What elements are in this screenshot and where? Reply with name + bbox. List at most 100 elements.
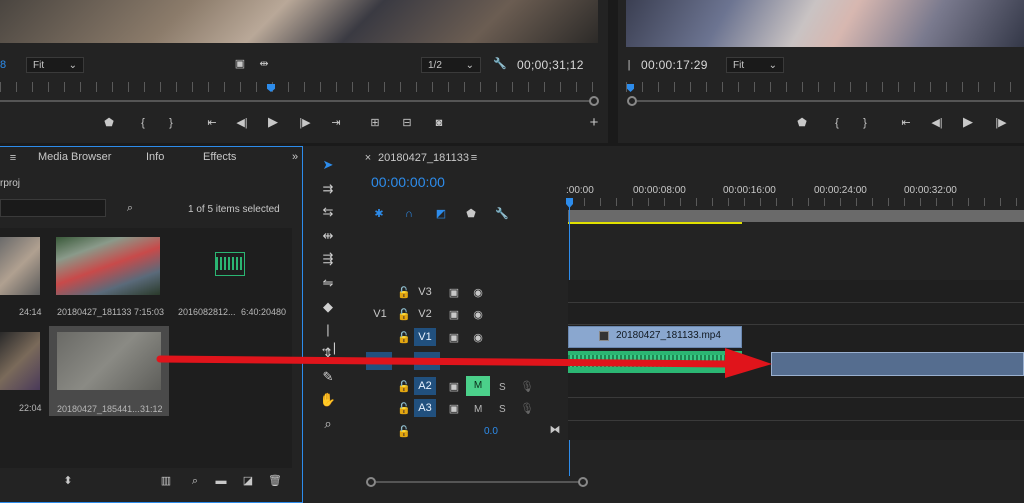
add-marker-icon[interactable]: ⬟ [793,116,811,130]
trash-icon[interactable]: 🗑 [266,474,284,488]
microphone-icon[interactable]: 🎙 [518,402,536,416]
lock-icon[interactable]: 🔓 [395,380,413,394]
new-bin-icon[interactable]: ▬ [212,474,230,488]
slip-tool-icon[interactable]: ⇋ [319,274,337,292]
list-item[interactable] [0,237,40,295]
master-volume[interactable]: 0.0 [484,426,498,437]
marker-flag-icon[interactable]: | [624,58,634,72]
mark-out-icon[interactable]: } [856,116,874,130]
panel-menu-icon[interactable]: ≡ [4,151,22,165]
zoom-tool-icon[interactable]: ⌕ [319,415,337,433]
panel-overflow-icon[interactable]: » [286,150,304,164]
step-forward-icon[interactable]: |▶ [992,116,1010,130]
lock-icon[interactable]: 🔓 [395,286,413,300]
sync-lock-icon[interactable]: ▣ [445,402,463,416]
automate-to-sequence-icon[interactable]: ▥ [157,474,175,488]
timeline-scroll-bar[interactable] [376,481,580,483]
drag-video-icon[interactable]: ⇹ [255,57,273,71]
mute-button-a3[interactable]: M [474,404,482,415]
go-to-in-icon[interactable]: ⇤ [897,116,915,130]
eye-icon[interactable]: ◉ [469,308,487,322]
microphone-icon[interactable]: 🎙 [518,380,536,394]
track-v2[interactable]: V2 [414,305,436,323]
source-patch-v1[interactable]: V1 [369,305,391,323]
item-duration: 22:04 [19,403,42,413]
drop-target-clip[interactable] [771,352,1024,376]
mark-in-icon[interactable]: { [828,116,846,130]
list-item[interactable] [56,237,160,295]
lock-icon[interactable]: 🔓 [395,425,413,439]
item-duration: 24:14 [19,307,42,317]
track-a3[interactable]: A3 [414,399,436,417]
lock-icon[interactable]: 🔓 [395,308,413,322]
slide-tool-icon[interactable]: |↔| [319,321,337,355]
chevron-down-icon: ⌄ [68,60,77,71]
sequence-tab[interactable]: 20180427_181133 [378,152,469,164]
insert-icon[interactable]: ⊞ [366,116,384,130]
track-row-divider [568,420,1024,421]
timeline-ruler-ticks [568,198,1024,206]
timeline-scroll-handle-right[interactable] [578,477,588,487]
add-marker-icon[interactable]: ⬟ [462,207,480,221]
marker-settings-icon[interactable]: ▣ [231,57,249,71]
track-select-tool-icon[interactable]: ⇉ [319,180,337,198]
go-to-out-icon[interactable]: ⇥ [327,116,345,130]
tab-info[interactable]: Info [146,151,164,163]
play-icon[interactable]: ▶ [959,115,977,129]
source-resolution-dropdown[interactable]: 1/2 ⌄ [421,57,481,73]
go-to-in-icon[interactable]: ⇤ [203,116,221,130]
timeline-timecode[interactable]: 00:00:00:00 [371,174,445,190]
rolling-edit-tool-icon[interactable]: ⇹ [319,227,337,245]
linked-selection-icon[interactable]: ◩ [432,207,450,221]
step-back-icon[interactable]: ◀| [233,116,251,130]
sync-lock-icon[interactable]: ▣ [445,308,463,322]
new-item-icon[interactable]: ◪ [239,474,257,488]
find-icon[interactable]: ⌕ [186,474,204,488]
work-area-bar[interactable] [568,210,1024,222]
track-v3[interactable]: V3 [414,283,436,301]
overwrite-icon[interactable]: ⊟ [398,116,416,130]
track-row-divider [568,397,1024,398]
play-icon[interactable]: ▶ [264,115,282,129]
mark-in-icon[interactable]: { [134,116,152,130]
step-back-icon[interactable]: ◀| [928,116,946,130]
project-name: rproj [0,178,21,189]
camera-icon[interactable]: ◙ [430,116,448,130]
hand-tool-icon[interactable]: ✋ [319,391,337,409]
wrench-icon[interactable]: 🔧 [491,57,509,71]
timeline-scroll-handle-left[interactable] [366,477,376,487]
step-forward-icon[interactable]: |▶ [296,116,314,130]
razor-tool-icon[interactable]: ◆ [319,298,337,316]
lock-icon[interactable]: 🔓 [395,402,413,416]
sync-lock-icon[interactable]: ▣ [445,380,463,394]
list-item[interactable] [0,332,40,390]
tab-media-browser[interactable]: Media Browser [38,151,111,163]
program-fit-dropdown[interactable]: Fit ⌄ [726,57,784,73]
solo-button-a2[interactable]: S [499,382,506,393]
close-icon[interactable]: × [359,151,377,165]
source-fit-dropdown[interactable]: Fit ⌄ [26,57,84,73]
mark-out-icon[interactable]: } [162,116,180,130]
source-fit-partial: 8 [0,59,7,71]
add-marker-icon[interactable]: ⬟ [100,116,118,130]
go-to-end-icon[interactable]: ⧓ [546,423,564,437]
sync-lock-icon[interactable]: ▣ [445,286,463,300]
audio-waveform-icon[interactable] [215,252,245,276]
panel-menu-icon[interactable]: ≡ [465,151,483,165]
add-button-icon[interactable]: + [585,115,603,130]
program-scroll-handle[interactable] [627,96,637,106]
project-search-input[interactable] [0,199,106,217]
sort-icon[interactable]: ⬍ [59,474,77,488]
ripple-edit-tool-icon[interactable]: ⇆ [319,203,337,221]
source-scroll-handle[interactable] [589,96,599,106]
wrench-icon[interactable]: 🔧 [493,207,511,221]
snap-icon[interactable]: ∩ [400,207,418,221]
selection-tool-icon[interactable]: ➤ [319,156,337,174]
nest-icon[interactable]: ✱ [370,207,388,221]
rate-stretch-tool-icon[interactable]: ⇶ [319,250,337,268]
items-selected-count: 1 of 5 items selected [188,204,280,215]
eye-icon[interactable]: ◉ [469,286,487,300]
new-search-bin-icon[interactable]: ⌕ [121,201,139,215]
solo-button-a3[interactable]: S [499,404,506,415]
tab-effects[interactable]: Effects [203,151,236,163]
